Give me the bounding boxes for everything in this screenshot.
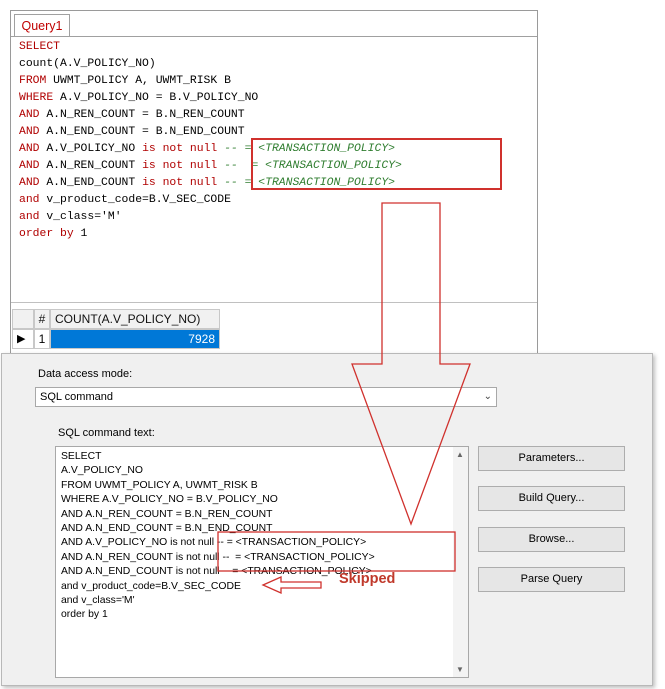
sql-line: order by 1	[19, 226, 535, 243]
query-editor-window: Query1 SELECT count(A.V_POLICY_NO) FROM UW…	[10, 10, 538, 355]
sql-keyword: AND	[19, 177, 40, 189]
sql-keyword: and	[19, 211, 40, 223]
build-query-button[interactable]: Build Query...	[478, 486, 625, 511]
data-access-mode-label: Data access mode:	[38, 368, 133, 380]
sql-line: AND A.N_REN_COUNT is not null -- = <TRAN…	[19, 158, 535, 175]
sql-line: and v_product_code=B.V_SEC_CODE	[19, 192, 535, 209]
sql-line: SELECT	[19, 39, 535, 56]
sql-keyword: SELECT	[19, 41, 61, 53]
count-value-cell[interactable]: 7928	[50, 329, 220, 349]
sql-keyword: is not null	[142, 177, 218, 189]
sql-line: AND A.N_REN_COUNT = B.N_REN_COUNT	[19, 107, 535, 124]
tabstrip-divider	[11, 36, 537, 37]
parse-query-button[interactable]: Parse Query	[478, 567, 625, 592]
row-indicator-icon: ▶	[12, 329, 34, 349]
scroll-down-icon[interactable]: ▼	[456, 665, 464, 674]
sql-keyword: WHERE	[19, 92, 54, 104]
skipped-annotation-label: Skipped	[339, 571, 396, 587]
sql-line: AND A.V_POLICY_NO is not null -- = <TRAN…	[19, 141, 535, 158]
sql-text: A.N_REN_COUNT	[39, 160, 143, 172]
tab-query1[interactable]: Query1	[14, 14, 70, 36]
sql-line: and v_class='M'	[19, 209, 535, 226]
sql-keyword: order by	[19, 228, 74, 240]
sql-text: A.N_END_COUNT	[39, 177, 143, 189]
sql-keyword: AND	[19, 160, 40, 172]
sql-line: FROM UWMT_POLICY A, UWMT_RISK B	[19, 73, 535, 90]
sql-comment: -- = <TRANSACTION_POLICY>	[217, 143, 395, 155]
sql-text: A.N_END_COUNT = B.N_END_COUNT	[39, 126, 245, 138]
sql-text: A.V_POLICY_NO = B.V_POLICY_NO	[53, 92, 259, 104]
sql-line: WHERE A.V_POLICY_NO = B.V_POLICY_NO	[19, 90, 535, 107]
sql-text: 1	[73, 228, 88, 240]
sql-command-textarea[interactable]: SELECT A.V_POLICY_NO FROM UWMT_POLICY A,…	[55, 446, 469, 678]
count-column-header[interactable]: COUNT(A.V_POLICY_NO)	[50, 309, 220, 329]
sql-text: A.V_POLICY_NO	[39, 143, 143, 155]
parameters-button[interactable]: Parameters...	[478, 446, 625, 471]
sql-comment: -- = <TRANSACTION_POLICY>	[217, 160, 402, 172]
data-access-mode-select[interactable]: SQL command ⌄	[35, 387, 497, 407]
scroll-up-icon[interactable]: ▲	[456, 450, 464, 459]
browse-button[interactable]: Browse...	[478, 527, 625, 552]
sql-keyword: FROM	[19, 75, 47, 87]
sql-editor[interactable]: SELECT count(A.V_POLICY_NO) FROM UWMT_POLI…	[19, 39, 535, 301]
data-access-mode-value: SQL command	[40, 391, 113, 403]
sql-keyword: is not null	[142, 160, 218, 172]
sql-comment: -- = <TRANSACTION_POLICY>	[217, 177, 395, 189]
results-header-row: # COUNT(A.V_POLICY_NO)	[12, 309, 220, 329]
sql-keyword: AND	[19, 126, 40, 138]
chevron-down-icon[interactable]: ⌄	[484, 388, 492, 406]
rownum-header[interactable]: #	[34, 309, 50, 329]
sql-command-text-label: SQL command text:	[58, 427, 155, 439]
table-row[interactable]: ▶ 1 7928	[12, 329, 220, 349]
sql-keyword: AND	[19, 143, 40, 155]
results-divider	[11, 302, 537, 303]
sql-keyword: AND	[19, 109, 40, 121]
source-editor-dialog: Data access mode: SQL command ⌄ SQL comm…	[1, 353, 653, 686]
vertical-scrollbar[interactable]: ▲ ▼	[453, 447, 468, 677]
sql-line: count(A.V_POLICY_NO)	[19, 56, 535, 73]
sql-line: AND A.N_END_COUNT is not null -- = <TRAN…	[19, 175, 535, 192]
sql-text: UWMT_POLICY A, UWMT_RISK B	[46, 75, 231, 87]
sql-text: count(A.V_POLICY_NO)	[19, 58, 156, 70]
sql-text: v_product_code=B.V_SEC_CODE	[39, 194, 231, 206]
sql-keyword: and	[19, 194, 40, 206]
sql-text: v_class='M'	[39, 211, 122, 223]
row-number: 1	[34, 329, 50, 349]
sql-command-text: SELECT A.V_POLICY_NO FROM UWMT_POLICY A,…	[61, 451, 375, 621]
sql-keyword: is not null	[142, 143, 218, 155]
sql-line: AND A.N_END_COUNT = B.N_END_COUNT	[19, 124, 535, 141]
sql-text: A.N_REN_COUNT = B.N_REN_COUNT	[39, 109, 245, 121]
results-grid: # COUNT(A.V_POLICY_NO) ▶ 1 7928	[12, 309, 220, 349]
